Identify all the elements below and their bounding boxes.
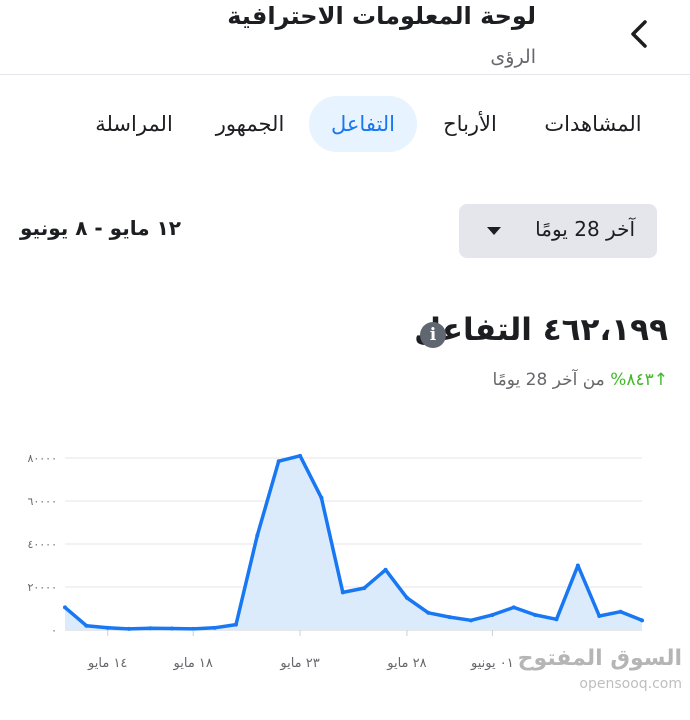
data-point bbox=[233, 622, 238, 627]
data-point bbox=[276, 459, 281, 464]
data-point bbox=[447, 615, 452, 620]
watermark-subtitle: opensooq.com bbox=[579, 676, 682, 692]
date-range-label: ١٢ مايو - ٨ يونيو bbox=[20, 216, 182, 240]
watermark-logo: السوق المفتوح opensooq.com bbox=[518, 646, 682, 700]
data-point bbox=[148, 626, 153, 631]
data-point bbox=[597, 614, 602, 619]
period-dropdown[interactable]: آخر 28 يومًا bbox=[459, 204, 657, 258]
data-point bbox=[105, 625, 110, 630]
data-point bbox=[404, 595, 409, 600]
caret-down-icon bbox=[487, 227, 501, 235]
data-point bbox=[340, 590, 345, 595]
change-text: من آخر 28 يومًا bbox=[492, 370, 605, 390]
tab-audience[interactable]: الجمهور bbox=[202, 96, 298, 152]
data-point bbox=[511, 605, 516, 610]
data-point bbox=[255, 533, 260, 538]
data-point bbox=[84, 623, 89, 628]
data-point bbox=[127, 626, 132, 631]
page-subtitle: الرؤى bbox=[490, 46, 536, 68]
data-point bbox=[383, 567, 388, 572]
tab-views[interactable]: المشاهدات bbox=[530, 96, 656, 152]
y-tick-label: ٢٠٠٠٠ bbox=[27, 581, 57, 594]
data-point bbox=[298, 453, 303, 458]
trend-up-icon: ↑ bbox=[653, 370, 668, 390]
change-percent: ٨٤٣% bbox=[610, 370, 654, 390]
x-tick-label: ١٤ مايو bbox=[87, 656, 127, 671]
data-point bbox=[533, 612, 538, 617]
x-tick-label: ١٨ مايو bbox=[173, 656, 213, 671]
engagement-metric-value: ٤٦٢،١٩٩ التفاعل bbox=[414, 312, 668, 348]
data-point bbox=[362, 586, 367, 591]
data-point bbox=[575, 563, 580, 568]
header: لوحة المعلومات الاحترافية الرؤى bbox=[0, 0, 690, 75]
series-area bbox=[65, 455, 642, 630]
data-point bbox=[469, 618, 474, 623]
data-point bbox=[554, 617, 559, 622]
period-dropdown-value: آخر 28 يومًا bbox=[535, 217, 635, 241]
y-tick-label: ٨٠٠٠٠ bbox=[27, 452, 57, 465]
tab-earnings[interactable]: الأرباح bbox=[428, 96, 512, 152]
y-tick-label: ٠ bbox=[51, 624, 57, 637]
engagement-chart: ٠ ٢٠٠٠٠ ٤٠٠٠٠ ٦٠٠٠٠ ٨٠٠٠٠ ١٤ مايو ١٨ مايو ٢٣ ما… bbox=[27, 452, 644, 671]
y-tick-label: ٦٠٠٠٠ bbox=[27, 495, 57, 508]
data-point bbox=[212, 625, 217, 630]
data-point bbox=[426, 610, 431, 615]
back-button[interactable] bbox=[620, 14, 660, 54]
data-point bbox=[618, 609, 623, 614]
page-title: لوحة المعلومات الاحترافية bbox=[227, 2, 536, 30]
info-icon[interactable]: i bbox=[420, 322, 446, 348]
watermark-title: السوق المفتوح bbox=[517, 646, 682, 671]
chevron-left-icon bbox=[631, 20, 647, 48]
data-point bbox=[490, 612, 495, 617]
x-tick-label: ٢٣ مايو bbox=[279, 656, 319, 671]
x-tick-label: ٢٨ مايو bbox=[386, 656, 426, 671]
tab-engagement[interactable]: التفاعل bbox=[309, 96, 417, 152]
data-point bbox=[63, 605, 67, 610]
data-point bbox=[640, 618, 644, 623]
data-point bbox=[319, 495, 324, 500]
y-tick-label: ٤٠٠٠٠ bbox=[27, 538, 57, 551]
tab-messaging[interactable]: المراسلة bbox=[86, 96, 182, 152]
x-tick-label: ٠١ يونيو bbox=[470, 656, 514, 671]
change-indicator: ↑٨٤٣% من آخر 28 يومًا bbox=[492, 370, 668, 390]
data-point bbox=[169, 626, 174, 631]
